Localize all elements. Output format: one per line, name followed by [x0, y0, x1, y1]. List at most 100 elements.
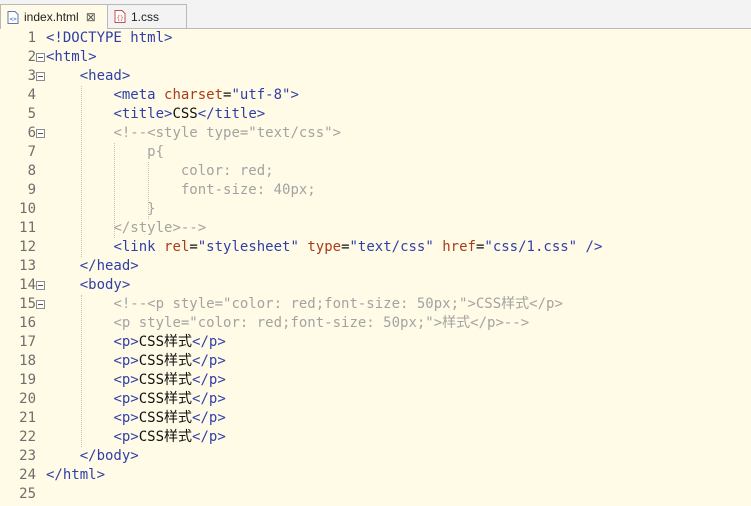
- code-line[interactable]: <!--<style type="text/css">: [46, 124, 341, 143]
- code-token: <title>: [113, 106, 173, 122]
- code-line[interactable]: <!--<p style="color: red;font-size: 50px…: [46, 295, 562, 314]
- tab-label: index.html: [24, 10, 79, 24]
- code-token: =: [341, 239, 350, 255]
- code-token: charset: [164, 87, 224, 103]
- code-token: <p>: [113, 334, 139, 350]
- code-token: </p>: [192, 391, 226, 407]
- code-line[interactable]: <meta charset="utf-8">: [46, 86, 299, 105]
- code-token: </p>: [192, 410, 226, 426]
- code-token: <p>: [113, 429, 139, 445]
- code-token: <p>: [113, 410, 139, 426]
- code-token: CSS样式: [138, 429, 193, 445]
- code-token: </p>: [192, 334, 226, 350]
- code-line[interactable]: <p>CSS样式</p>: [46, 428, 226, 447]
- line-number: 3: [27, 68, 36, 84]
- code-token: type: [307, 239, 342, 255]
- code-token: <p>: [113, 372, 139, 388]
- code-token: />: [577, 239, 603, 255]
- tab-index-html[interactable]: <> index.html ⊠: [0, 4, 108, 29]
- code-token: </title>: [197, 106, 266, 122]
- code-line[interactable]: </html>: [46, 466, 105, 485]
- code-token: CSS样式: [138, 353, 193, 369]
- fold-collapse-icon[interactable]: [36, 72, 45, 81]
- code-line[interactable]: <!DOCTYPE html>: [46, 29, 172, 48]
- code-line[interactable]: color: red;: [46, 162, 274, 181]
- code-token: >: [290, 87, 299, 103]
- code-line[interactable]: p{: [46, 143, 164, 162]
- code-line[interactable]: <p>CSS样式</p>: [46, 333, 226, 352]
- line-number: 20: [19, 391, 36, 407]
- code-line[interactable]: <link rel="stylesheet" type="text/css" h…: [46, 238, 602, 257]
- line-number: 13: [19, 258, 36, 274]
- code-token: </p>: [192, 429, 226, 445]
- code-token: font-size: 40px;: [180, 182, 316, 198]
- css-file-icon: {}: [114, 10, 126, 23]
- line-number: 9: [27, 182, 36, 198]
- code-token: <p>: [113, 391, 139, 407]
- tab-1-css[interactable]: {} 1.css: [107, 4, 187, 28]
- code-token: <body>: [79, 277, 131, 293]
- code-token: p{: [147, 144, 165, 160]
- line-number: 25: [19, 486, 36, 502]
- line-number: 17: [19, 334, 36, 350]
- line-number: 4: [27, 87, 36, 103]
- code-line[interactable]: <html>: [46, 48, 97, 67]
- code-token: <head>: [79, 68, 131, 84]
- code-token: "text/css": [349, 239, 434, 255]
- code-token: CSS样式: [138, 334, 193, 350]
- line-number: 14: [19, 277, 36, 293]
- code-line[interactable]: </head>: [46, 257, 139, 276]
- code-token: "utf-8": [231, 87, 291, 103]
- line-number: 11: [19, 220, 36, 236]
- code-line[interactable]: </style>-->: [46, 219, 206, 238]
- line-number: 15: [19, 296, 36, 312]
- code-editor[interactable]: 1 2 3 4 5 6 7 8 9 10 11 12 13 14 15 16 17 18 19 20 21 22 23 24 2…: [0, 29, 751, 506]
- line-number: 12: [19, 239, 36, 255]
- code-token: </head>: [79, 258, 139, 274]
- code-token: </p>: [192, 353, 226, 369]
- code-token: "stylesheet": [197, 239, 299, 255]
- code-line[interactable]: font-size: 40px;: [46, 181, 316, 200]
- line-number: 7: [27, 144, 36, 160]
- svg-text:<>: <>: [10, 16, 18, 23]
- code-line[interactable]: </body>: [46, 447, 139, 466]
- line-number: 5: [27, 106, 36, 122]
- code-token: }: [147, 201, 156, 217]
- code-token: <!DOCTYPE html>: [46, 30, 173, 46]
- code-line[interactable]: <title>CSS</title>: [46, 105, 265, 124]
- code-line[interactable]: <p>CSS样式</p>: [46, 352, 226, 371]
- code-token: <link: [113, 239, 165, 255]
- code-token: <!--<style type="text/css">: [113, 125, 342, 141]
- fold-collapse-icon[interactable]: [36, 281, 45, 290]
- code-line[interactable]: <p>CSS样式</p>: [46, 390, 226, 409]
- line-number: 8: [27, 163, 36, 179]
- code-token: <meta: [113, 87, 165, 103]
- tab-label: 1.css: [131, 9, 160, 24]
- code-line[interactable]: }: [46, 200, 156, 219]
- code-line[interactable]: <body>: [46, 276, 131, 295]
- code-token: </p>: [192, 372, 226, 388]
- code-token: rel: [164, 239, 190, 255]
- line-number: 22: [19, 429, 36, 445]
- code-token: CSS样式: [138, 410, 193, 426]
- line-number: 19: [19, 372, 36, 388]
- code-token: <p style="color: red;font-size: 50px;">样…: [113, 315, 530, 331]
- code-line[interactable]: <p style="color: red;font-size: 50px;">样…: [46, 314, 529, 333]
- fold-collapse-icon[interactable]: [36, 129, 45, 138]
- code-line[interactable]: <p>CSS样式</p>: [46, 409, 226, 428]
- line-number: 24: [19, 467, 36, 483]
- close-tab-icon[interactable]: ⊠: [86, 10, 96, 24]
- code-line[interactable]: <head>: [46, 67, 131, 86]
- line-number: 23: [19, 448, 36, 464]
- code-token: <html>: [46, 49, 97, 65]
- html-file-icon: <>: [7, 10, 19, 24]
- code-line[interactable]: <p>CSS样式</p>: [46, 371, 226, 390]
- code-token: </style>-->: [113, 220, 207, 236]
- fold-collapse-icon[interactable]: [36, 300, 45, 309]
- code-token: "css/1.css": [484, 239, 578, 255]
- code-token: </html>: [46, 467, 106, 483]
- svg-text:{}: {}: [117, 15, 124, 22]
- fold-collapse-icon[interactable]: [36, 53, 45, 62]
- code-token: <p>: [113, 353, 139, 369]
